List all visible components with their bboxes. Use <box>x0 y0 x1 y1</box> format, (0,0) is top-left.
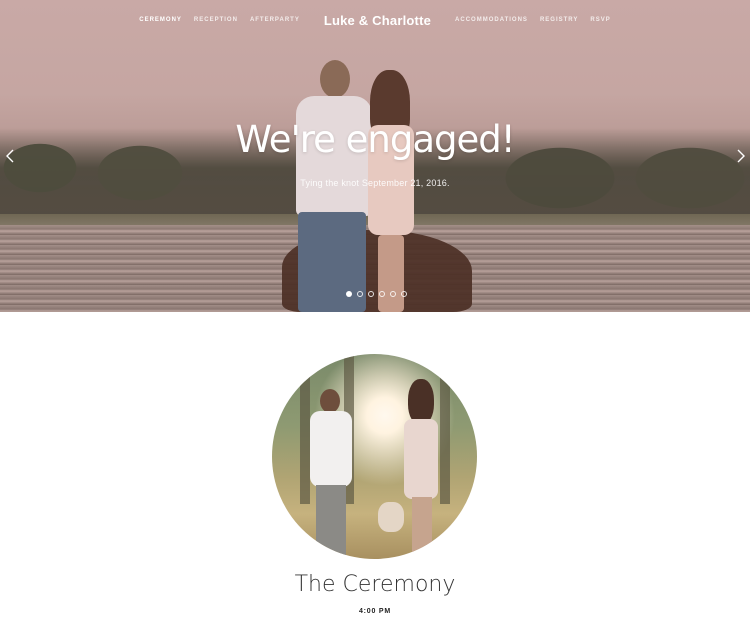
slide-indicators <box>346 291 407 297</box>
hero-bride <box>364 70 416 312</box>
section-time: 4:00 PM <box>358 608 392 615</box>
photo-dog <box>378 502 404 532</box>
hero-headline: We're engaged! <box>235 118 515 161</box>
hero-subline: Tying the knot September 21, 2016. <box>300 178 450 188</box>
chevron-right-icon[interactable] <box>735 149 747 163</box>
nav-left-group: Ceremony Reception Afterparty <box>139 17 300 23</box>
nav-link-afterparty[interactable]: Afterparty <box>250 17 300 23</box>
chevron-left-icon[interactable] <box>4 149 16 163</box>
hero-slideshow: Ceremony Reception Afterparty Luke & Cha… <box>0 0 750 312</box>
nav-link-reception[interactable]: Reception <box>194 17 238 23</box>
slide-dot[interactable] <box>346 291 352 297</box>
nav-right-group: Accommodations Registry RSVP <box>455 17 611 23</box>
slide-dot[interactable] <box>368 291 374 297</box>
slide-dot[interactable] <box>390 291 396 297</box>
slide-dot[interactable] <box>357 291 363 297</box>
section-title: The Ceremony <box>294 572 456 597</box>
nav-link-ceremony[interactable]: Ceremony <box>139 17 182 23</box>
slide-dot[interactable] <box>379 291 385 297</box>
nav-link-accommodations[interactable]: Accommodations <box>455 17 528 23</box>
nav-link-registry[interactable]: Registry <box>540 17 578 23</box>
slide-dot[interactable] <box>401 291 407 297</box>
photo-bride <box>402 379 442 559</box>
top-navigation: Ceremony Reception Afterparty Luke & Cha… <box>0 0 750 40</box>
ceremony-photo <box>272 354 477 559</box>
photo-groom <box>310 389 352 559</box>
site-brand[interactable]: Luke & Charlotte <box>324 13 431 28</box>
nav-link-rsvp[interactable]: RSVP <box>590 17 610 23</box>
